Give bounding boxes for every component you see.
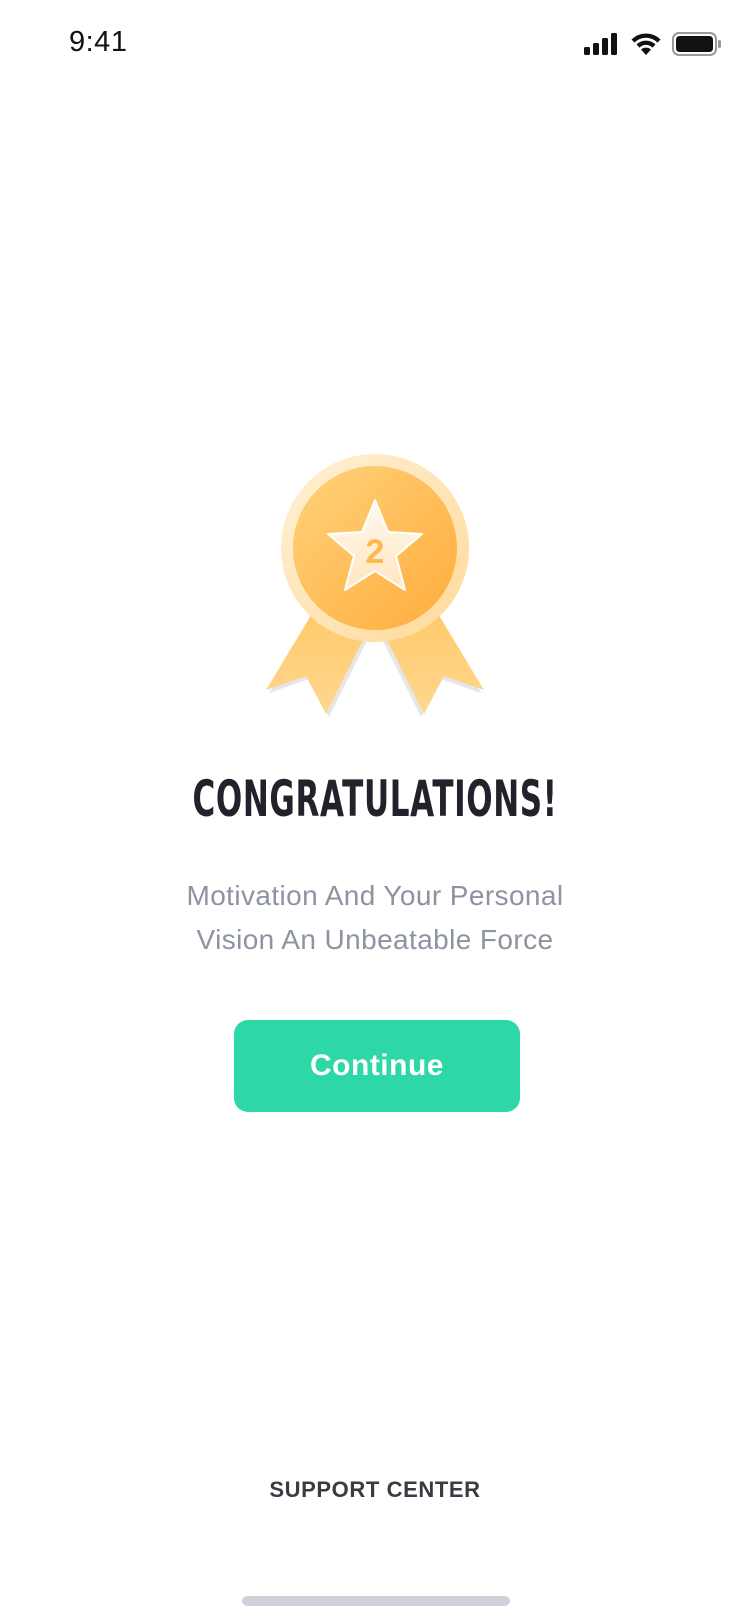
home-indicator[interactable] — [242, 1596, 510, 1606]
support-center-link[interactable]: SUPPORT CENTER — [0, 1477, 750, 1503]
subtitle-line-2: Vision An Unbeatable Force — [196, 924, 554, 955]
page-title: CONGRATULATIONS! — [192, 770, 558, 828]
subtitle: Motivation And Your Personal Vision An U… — [140, 874, 610, 962]
status-time: 9:41 — [69, 26, 128, 58]
status-bar: 9:41 — [0, 0, 750, 90]
wifi-icon — [631, 33, 661, 55]
battery-icon — [672, 32, 721, 56]
medal-icon: 2 — [266, 454, 484, 717]
continue-button[interactable]: Continue — [234, 1020, 520, 1112]
subtitle-line-1: Motivation And Your Personal — [186, 880, 564, 911]
medal-number: 2 — [366, 533, 385, 571]
status-icons — [584, 32, 722, 56]
signal-icon — [584, 33, 617, 55]
